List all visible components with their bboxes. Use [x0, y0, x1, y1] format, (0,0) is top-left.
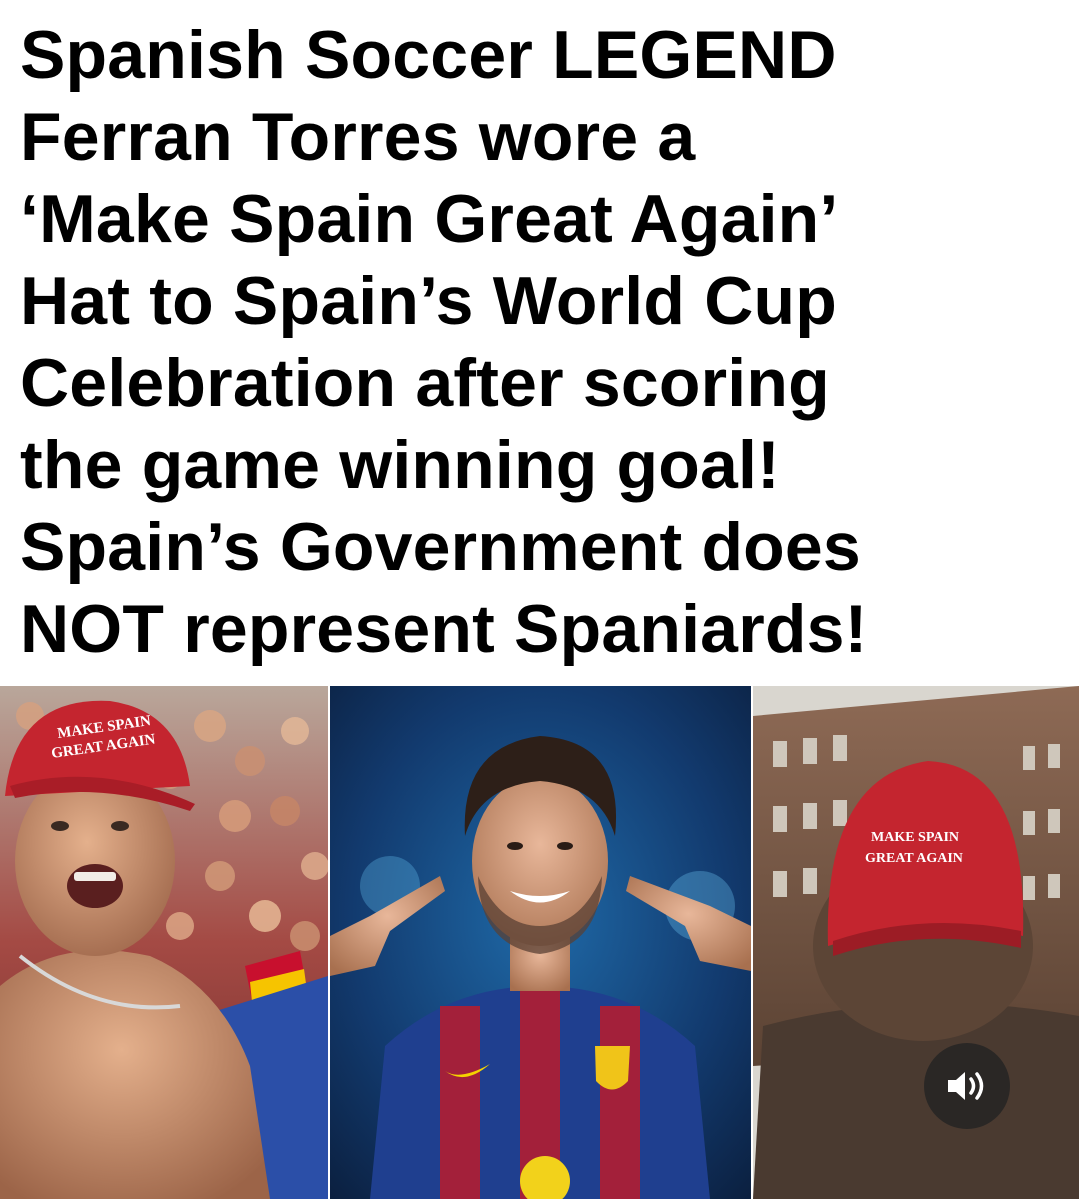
man-in-red-cap-crowd-photo: MAKE SPAIN GREAT AGAIN [0, 686, 328, 1199]
right-hat-text-line-1: MAKE SPAIN [871, 830, 959, 845]
headline-line-7: Spain’s Government does [20, 509, 861, 585]
post-image: Spanish Soccer LEGEND Ferran Torres wore… [0, 0, 1079, 1199]
headline-line-4: Hat to Spain’s World Cup [20, 263, 838, 339]
headline-line-2: Ferran Torres wore a [20, 99, 696, 175]
right-hat-text-line-2: GREAT AGAIN [865, 851, 963, 866]
headline-line-5: Celebration after scoring [20, 345, 830, 421]
headline: Spanish Soccer LEGEND Ferran Torres wore… [20, 14, 1070, 670]
sound-toggle-button[interactable] [924, 1043, 1010, 1129]
right-photo: MAKE SPAIN GREAT AGAIN [753, 686, 1079, 1199]
left-photo: MAKE SPAIN GREAT AGAIN [0, 686, 328, 1199]
center-photo [330, 686, 751, 1199]
photo-collage: MAKE SPAIN GREAT AGAIN MAKE SPAIN GREAT … [0, 686, 1079, 1199]
headline-line-8: NOT represent Spaniards! [20, 591, 868, 667]
speaker-volume-icon [948, 1072, 984, 1100]
headline-line-1: Spanish Soccer LEGEND [20, 17, 837, 93]
man-in-red-cap-back-photo: MAKE SPAIN GREAT AGAIN [753, 686, 1079, 1199]
headline-line-3: ‘Make Spain Great Again’ [20, 181, 839, 257]
headline-line-6: the game winning goal! [20, 427, 780, 503]
soccer-player-pointing-photo [330, 686, 751, 1199]
